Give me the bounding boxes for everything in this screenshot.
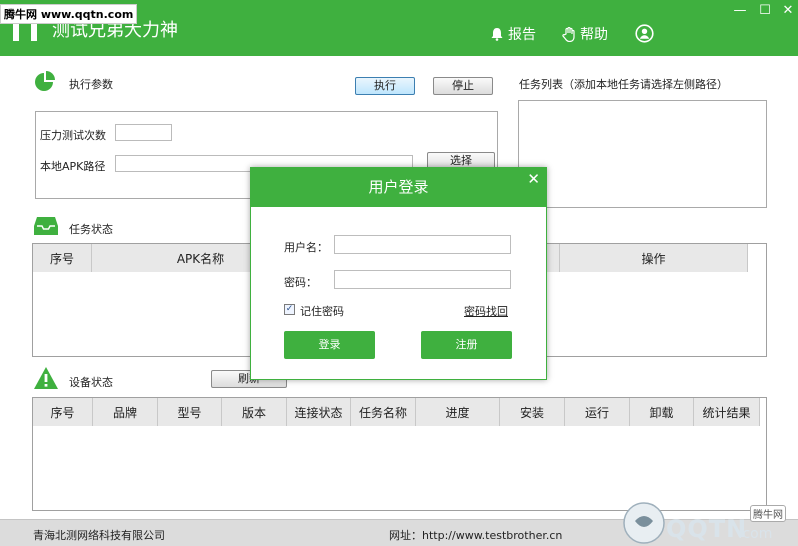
task-col-index: 序号 [33,244,92,272]
warning-icon [34,367,58,389]
username-input[interactable] [334,235,511,254]
task-status-title: 任务状态 [69,223,113,236]
device-col-brand: 品牌 [93,398,158,426]
device-col-install: 安装 [500,398,565,426]
company-name: 青海北测网络科技有限公司 [33,529,165,542]
maximize-button[interactable]: ☐ [757,4,773,18]
help-label: 帮助 [580,27,608,43]
pie-chart-icon [35,71,55,91]
hand-icon [562,26,575,42]
remember-label: 记住密码 [300,305,344,318]
device-status-table: 序号 品牌 型号 版本 连接状态 任务名称 进度 安装 运行 卸载 统计结果 [32,397,767,511]
report-button[interactable]: 报告 [490,24,536,44]
device-status-title: 设备状态 [69,376,113,389]
qqtn-suffix: .com [738,526,773,542]
inbox-tray-icon [34,217,58,235]
register-button[interactable]: 注册 [421,331,512,359]
stress-count-label: 压力测试次数 [40,129,106,142]
login-dialog-title: 用户登录 [251,168,546,207]
report-label: 报告 [508,27,536,43]
login-dialog-close-icon[interactable]: ✕ [527,170,540,188]
device-col-uninstall: 卸载 [630,398,694,426]
device-col-task-name: 任务名称 [351,398,416,426]
device-col-connection: 连接状态 [287,398,351,426]
stress-count-input[interactable] [115,124,172,141]
device-col-index: 序号 [33,398,93,426]
password-input[interactable] [334,270,511,289]
login-button[interactable]: 登录 [284,331,375,359]
password-label: 密码： [284,276,317,289]
device-col-run: 运行 [565,398,630,426]
params-title: 执行参数 [69,78,113,91]
bell-icon [491,28,503,41]
task-list-box[interactable] [518,100,767,208]
watermark-text: 腾牛网 www.qqtn.com [0,4,138,24]
stop-button[interactable]: 停止 [433,77,493,95]
minimize-button[interactable]: — [732,4,748,18]
help-button[interactable]: 帮助 [562,24,608,44]
username-label: 用户名： [284,241,328,254]
website-link[interactable]: 网址：http://www.testbrother.cn [389,527,562,543]
task-list-title: 任务列表（添加本地任务请选择左侧路径） [519,78,728,91]
device-col-version: 版本 [222,398,287,426]
device-col-stats: 统计结果 [694,398,760,426]
watermark-logo: QQTN .com 腾牛网 [620,497,798,546]
user-avatar-icon[interactable] [635,24,654,43]
qqtn-badge: 腾牛网 [750,505,786,522]
qqtn-brand: QQTN [666,515,748,543]
recover-password-link[interactable]: 密码找回 [464,303,508,319]
remember-checkbox[interactable]: ✓ [284,304,295,315]
apk-path-label: 本地APK路径 [40,160,106,173]
device-col-model: 型号 [158,398,222,426]
login-dialog: 用户登录 ✕ 用户名： 密码： ✓ 记住密码 密码找回 登录 注册 [250,167,547,380]
device-col-progress: 进度 [416,398,500,426]
close-button[interactable]: ✕ [780,4,796,18]
task-col-action: 操作 [560,244,748,272]
execute-button[interactable]: 执行 [355,77,415,95]
device-status-header: 序号 品牌 型号 版本 连接状态 任务名称 进度 安装 运行 卸载 统计结果 [33,398,760,426]
